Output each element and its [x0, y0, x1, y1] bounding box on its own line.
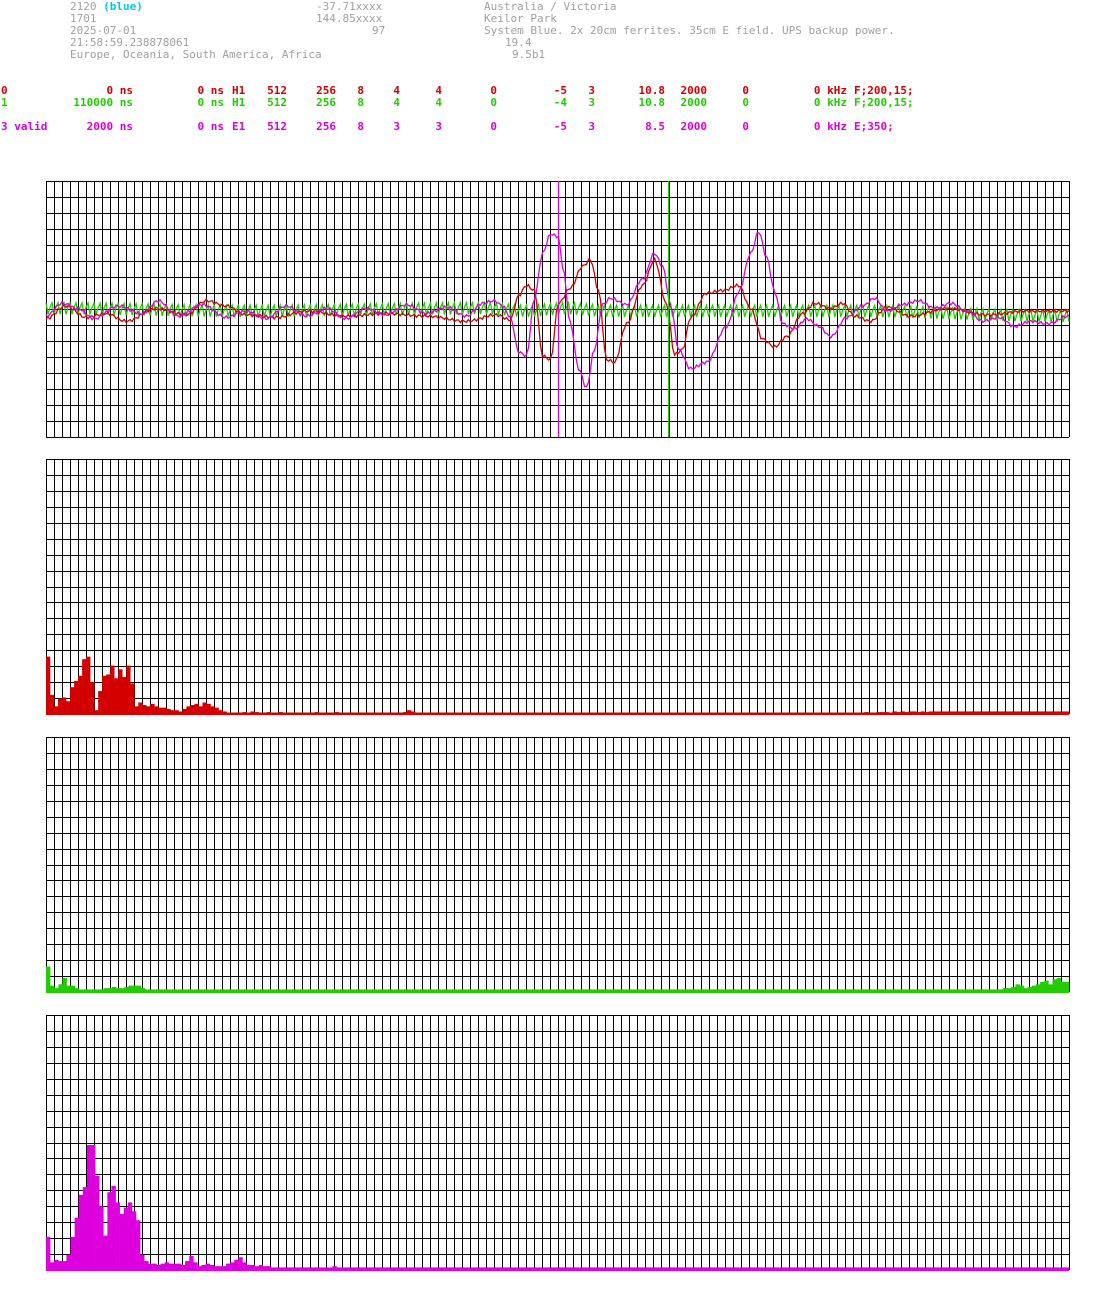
spectrum-2-bar — [1036, 984, 1041, 992]
spectrum-1-bar — [146, 706, 151, 714]
spectrum-1-bar — [70, 687, 75, 715]
spectrum-3-bar — [164, 1262, 170, 1270]
spectrum-1-bar — [142, 705, 147, 714]
spectrum-1-bar — [138, 702, 143, 714]
spectrum-2-bar — [58, 984, 63, 992]
spectrum-3-bar — [123, 1207, 129, 1271]
spectrum-1-bar — [190, 705, 195, 714]
spectrum-2-bar — [1060, 981, 1066, 992]
spectrum-1-bar — [114, 678, 119, 714]
spectrum-3-bar — [103, 1235, 108, 1271]
spectrum-1-bar — [154, 706, 159, 714]
spectrum-3-bar — [107, 1192, 112, 1270]
spectrum-1-bar — [110, 665, 115, 714]
spectrum-3-bar — [144, 1261, 149, 1270]
spectrum-3-bar — [238, 1257, 243, 1270]
spectrum-2-bar — [1048, 984, 1053, 992]
spectrum-3-bar — [136, 1220, 141, 1271]
spectrum-3-bar — [62, 1261, 67, 1270]
panel-2-gridlines — [46, 737, 1070, 993]
spectrum-1-bar — [134, 706, 139, 714]
spectrum-1-bar — [50, 694, 55, 715]
spectrum-1-bar — [198, 706, 203, 714]
spectrum-2-bar — [1056, 977, 1062, 993]
spectrum-3-bar — [46, 1236, 51, 1270]
spectrum-1-bar — [86, 656, 91, 715]
spectrum-1-bar — [74, 680, 79, 714]
spectrum-1-bar — [78, 675, 83, 714]
spectrum-3-bar — [140, 1254, 145, 1270]
spectrum-1-bar — [62, 697, 67, 714]
spectrum-3-bar — [82, 1187, 88, 1271]
spectrum-3-bar — [242, 1262, 247, 1270]
spectrum-1-bar — [186, 706, 191, 714]
spectrum-1-bar — [150, 703, 155, 714]
spectrum-3-bar — [185, 1261, 190, 1270]
spectrum-3-bar — [54, 1259, 59, 1270]
spectrum-1-bar — [66, 701, 71, 714]
spectrum-1-bar — [54, 706, 59, 714]
spectrum-1-bar — [126, 665, 131, 714]
spectrum-3-bar — [95, 1175, 100, 1270]
spectrum-3-bar — [115, 1202, 120, 1270]
spectrum-2-bar — [1052, 979, 1057, 992]
panel-3-grid — [46, 1015, 1070, 1271]
spectrum-3-bar — [119, 1213, 125, 1270]
spectrum-3-bar — [91, 1145, 96, 1270]
spectrum-3-bar — [58, 1261, 63, 1270]
spectrum-1-bar — [58, 698, 63, 714]
spectrum-3-bar — [189, 1255, 194, 1270]
spectrum-1-bar — [206, 703, 211, 714]
panel-1-grid — [46, 459, 1070, 715]
spectrum-1-bar — [98, 691, 103, 714]
panel-2-grid — [46, 737, 1070, 993]
spectrum-3-bar — [111, 1185, 116, 1270]
spectrum-3-bar — [66, 1254, 71, 1270]
spectrum-1-bar — [130, 683, 135, 714]
spectrum-2-bar — [1015, 984, 1020, 992]
spectrum-1-bar — [194, 703, 199, 714]
waveform-series-1 — [45, 300, 1070, 323]
spectrum-3-bar — [70, 1236, 75, 1270]
spectrum-3-bar — [50, 1262, 55, 1270]
spectrum-3-bar — [74, 1217, 80, 1270]
spectrum-2-bar — [1040, 981, 1045, 992]
spectrum-3-bar — [131, 1211, 137, 1270]
spectrum-1-bar — [82, 659, 87, 714]
panel-1-gridlines — [46, 459, 1070, 715]
spectrum-1-bar — [122, 677, 127, 714]
spectrum-3-bar — [99, 1206, 104, 1270]
spectrum-2-bar — [46, 966, 51, 992]
spectrum-1-bar — [102, 675, 107, 714]
spectrum-1-bar — [46, 656, 51, 715]
spectrum-3-bar — [234, 1259, 239, 1270]
spectrum-3-bar — [86, 1145, 92, 1270]
spectrum-1-bar — [202, 702, 207, 714]
spectrum-2-bar — [1044, 980, 1049, 992]
spectrum-3-bar — [230, 1262, 235, 1270]
spectrum-1-bar — [90, 682, 95, 715]
spectrum-1-bar — [210, 706, 215, 714]
spectrum-3-bar — [193, 1262, 198, 1270]
spectrum-3-bar — [78, 1194, 84, 1271]
spectrum-1-bar — [118, 669, 123, 715]
spectrum-2-bar — [62, 977, 67, 993]
panel-3-gridlines — [46, 1015, 1070, 1271]
spectrum-2-bar — [1064, 981, 1070, 992]
spectrum-1-bar — [106, 674, 111, 714]
spectrum-3-bar — [127, 1202, 133, 1270]
chart-canvas — [45, 181, 1070, 1271]
